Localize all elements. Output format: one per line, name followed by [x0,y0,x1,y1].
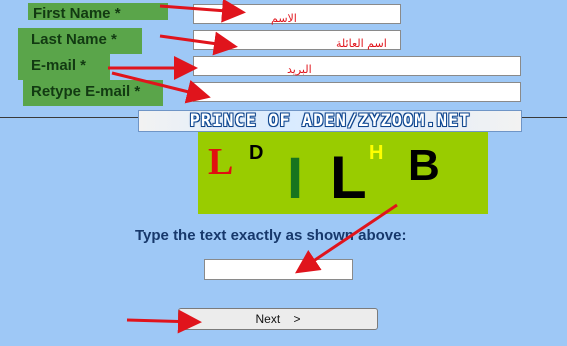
arrow-icon [295,203,398,274]
annotation-arrows [108,0,398,334]
arrow-icon [126,309,202,334]
arrow-icon [159,31,238,56]
arrow-icon [111,71,211,104]
arrow-icon [159,0,246,23]
